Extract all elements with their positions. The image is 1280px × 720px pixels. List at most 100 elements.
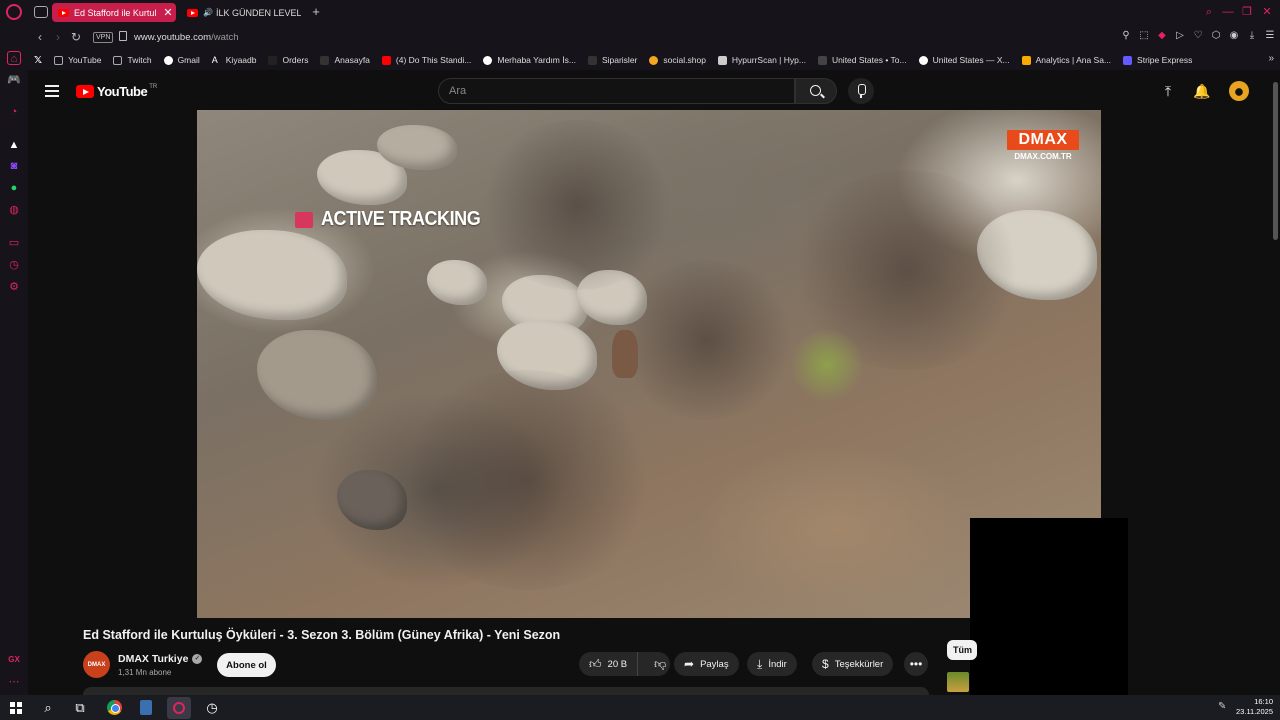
- more-actions-button[interactable]: •••: [904, 652, 928, 676]
- scene-rock: [427, 260, 487, 305]
- a-logo-icon: A: [211, 54, 218, 65]
- bookmark-united-states-2[interactable]: United States — X...: [918, 55, 1010, 65]
- scene-rock: [257, 330, 377, 420]
- history-icon[interactable]: ◷: [7, 258, 21, 272]
- minimize-icon[interactable]: —: [1221, 5, 1235, 19]
- account-avatar[interactable]: [1229, 81, 1249, 101]
- bookmark-stripe[interactable]: Stripe Express: [1123, 55, 1192, 65]
- snapshot-icon[interactable]: ⬚: [1138, 30, 1150, 42]
- restore-icon[interactable]: ❐: [1240, 5, 1254, 19]
- openai-icon: [483, 55, 493, 65]
- bookmark-merhaba[interactable]: Merhaba Yardım İs...: [483, 55, 576, 65]
- bookmark-social-shop[interactable]: social.shop: [649, 55, 706, 65]
- like-button[interactable]: 👍︎ 20 B: [579, 652, 639, 676]
- recommendation-thumbnail[interactable]: [947, 672, 969, 692]
- youtube-favicon-icon: [58, 8, 69, 17]
- opera-gx-taskbar-icon[interactable]: [167, 697, 191, 719]
- taskbar-clock[interactable]: 16:10 23.11.2025: [1236, 697, 1273, 717]
- gamepad-icon[interactable]: 🎮: [7, 73, 21, 87]
- control-icon[interactable]: ◔: [7, 105, 21, 119]
- extensions-icon[interactable]: ⬡: [1210, 30, 1222, 42]
- description-box[interactable]: [83, 687, 929, 695]
- calculator-icon[interactable]: [140, 700, 152, 715]
- bookmark-label: United States — X...: [932, 55, 1010, 65]
- bookmark-x[interactable]: 𝕏: [34, 55, 42, 66]
- search-icon[interactable]: ⌕: [39, 699, 57, 717]
- bookmarks-more-icon[interactable]: »: [1268, 53, 1274, 64]
- task-view-icon[interactable]: ⧉: [71, 699, 89, 717]
- wallet-icon[interactable]: ▭: [7, 236, 21, 250]
- clock-app-icon[interactable]: ◷: [203, 699, 221, 717]
- bookmark-siparisler[interactable]: Siparisler: [587, 55, 637, 65]
- thanks-button[interactable]: $ Teşekkürler: [812, 652, 894, 676]
- bookmark-analytics[interactable]: Analytics | Ana Sa...: [1021, 55, 1112, 65]
- bookmark-gmail[interactable]: Gmail: [163, 55, 200, 65]
- bookmark-kiyaadb[interactable]: A Kiyaadb: [212, 55, 257, 65]
- share-icon: ➦: [684, 657, 695, 671]
- channel-name-row[interactable]: DMAX Turkiye ✓: [118, 653, 203, 665]
- whatsapp-icon[interactable]: ●: [7, 181, 21, 195]
- music-icon[interactable]: ◍: [7, 203, 21, 217]
- bookmark-united-states-1[interactable]: United States • To...: [817, 55, 907, 65]
- menu-icon[interactable]: [45, 85, 59, 97]
- bookmark-standing[interactable]: (4) Do This Standi...: [381, 55, 471, 65]
- twitch-icon[interactable]: ◙: [7, 159, 21, 173]
- search-button[interactable]: [795, 78, 837, 104]
- black-overlay-panel: [970, 518, 1128, 695]
- url-field[interactable]: www.youtube.com/watch: [134, 32, 239, 43]
- chrome-icon[interactable]: [107, 700, 122, 715]
- player-icon[interactable]: ▷: [1174, 30, 1186, 42]
- reload-icon[interactable]: ↻: [69, 30, 83, 44]
- bookmark-label: Merhaba Yardım İs...: [497, 55, 576, 65]
- recommendation-chip-all[interactable]: Tüm: [947, 640, 977, 660]
- upload-icon[interactable]: ⤒: [1160, 83, 1176, 99]
- speaker-icon[interactable]: 🔊: [203, 8, 213, 17]
- settings-icon[interactable]: ⚙: [7, 280, 21, 294]
- bookmark-youtube[interactable]: YouTube: [54, 55, 101, 65]
- channel-avatar[interactable]: DMAX: [83, 651, 110, 678]
- bookmark-twitch[interactable]: Twitch: [113, 55, 152, 65]
- heart-icon[interactable]: ♡: [1192, 30, 1204, 42]
- file-icon: [113, 55, 123, 65]
- bookmark-orders[interactable]: Orders: [268, 55, 308, 65]
- voice-search-icon[interactable]: [848, 78, 874, 104]
- forward-icon[interactable]: ›: [51, 30, 65, 44]
- youtube-logo[interactable]: YouTube TR: [76, 84, 157, 99]
- search-input[interactable]: [439, 79, 794, 103]
- home-icon[interactable]: ⌂: [7, 51, 21, 65]
- pin-icon[interactable]: ⚲: [1120, 30, 1132, 42]
- close-window-icon[interactable]: ✕: [1260, 5, 1274, 19]
- windows-start-icon[interactable]: [7, 699, 25, 717]
- aria-icon[interactable]: ▲: [7, 138, 21, 152]
- tab-close-icon[interactable]: ✕: [160, 6, 176, 19]
- tab-youtube-level[interactable]: 🔊 İLK GÜNDEN LEVEL B: [181, 3, 301, 22]
- share-button[interactable]: ➦ Paylaş: [674, 652, 739, 676]
- new-tab-button[interactable]: +: [309, 4, 323, 20]
- bookmark-anasayfa[interactable]: Anasayfa: [320, 55, 370, 65]
- gx-icon[interactable]: GX: [7, 653, 21, 667]
- more-icon[interactable]: ⋯: [7, 675, 21, 689]
- subscribe-button[interactable]: Abone ol: [217, 653, 276, 677]
- opera-logo-icon[interactable]: [6, 4, 22, 20]
- workspaces-icon[interactable]: [34, 6, 48, 18]
- easy-setup-icon[interactable]: ☰: [1264, 30, 1276, 42]
- profile-icon[interactable]: ◉: [1228, 30, 1240, 42]
- download-button[interactable]: ⤓ İndir: [747, 652, 797, 676]
- page-scrollbar[interactable]: [1273, 82, 1278, 240]
- vpn-badge[interactable]: VPN: [93, 32, 114, 43]
- bookmark-label: Analytics | Ana Sa...: [1035, 55, 1112, 65]
- notifications-icon[interactable]: 🔔: [1193, 83, 1210, 99]
- search-tabs-icon[interactable]: ⌕: [1202, 5, 1216, 19]
- video-player[interactable]: ACTIVE TRACKING DMAX DMAX.COM.TR: [197, 110, 1101, 618]
- download-icon[interactable]: ⤓: [1246, 30, 1258, 42]
- lock-icon[interactable]: [119, 31, 127, 41]
- back-icon[interactable]: ‹: [33, 30, 47, 44]
- tab-youtube-video[interactable]: Ed Stafford ile Kurtul ✕: [52, 3, 176, 22]
- pen-tray-icon[interactable]: ✎: [1218, 701, 1230, 713]
- bookmark-label: Twitch: [127, 55, 152, 65]
- browser-tab-bar: Ed Stafford ile Kurtul ✕ 🔊 İLK GÜNDEN LE…: [0, 0, 1280, 25]
- bookmark-hypurrscan[interactable]: HypurrScan | Hyp...: [717, 55, 806, 65]
- youtube-favicon-icon: [187, 8, 198, 17]
- pocket-icon[interactable]: ◆: [1156, 30, 1168, 42]
- dislike-button[interactable]: 👎︎: [644, 652, 676, 676]
